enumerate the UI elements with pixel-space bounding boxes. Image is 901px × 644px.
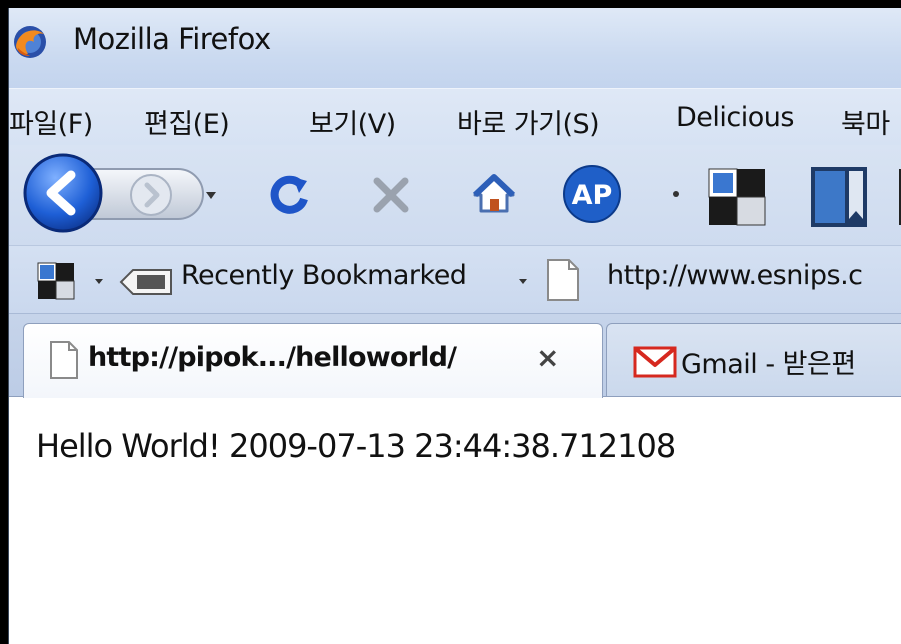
page-content: Hello World! 2009-07-13 23:44:38.712108 <box>9 396 901 644</box>
hello-world-text: Hello World! 2009-07-13 23:44:38.712108 <box>36 427 676 465</box>
delicious-small-icon[interactable] <box>37 262 75 300</box>
history-dropdown-icon[interactable] <box>206 192 216 199</box>
tab-label: http://pipok.../helloworld/ <box>88 342 457 373</box>
tag-icon <box>119 269 172 295</box>
svg-text:AP: AP <box>572 180 613 211</box>
menu-bookmarks[interactable]: 북마 <box>841 102 890 141</box>
browser-window: Mozilla Firefox 파일(F) 편집(E) 보기(V) 바로 가기(… <box>8 8 901 644</box>
gmail-icon <box>633 346 677 378</box>
menu-edit[interactable]: 편집(E) <box>144 102 230 141</box>
tab-gmail[interactable]: Gmail - 받은편 <box>606 323 901 398</box>
firefox-logo-icon <box>14 26 46 58</box>
navigation-toolbar: AP <box>9 145 901 245</box>
menu-file[interactable]: 파일(F) <box>9 102 93 141</box>
home-icon[interactable] <box>471 171 517 217</box>
forward-icon[interactable] <box>127 171 175 219</box>
menu-view[interactable]: 보기(V) <box>309 102 396 141</box>
menu-delicious[interactable]: Delicious <box>676 102 794 133</box>
window-title: Mozilla Firefox <box>73 22 271 56</box>
stop-icon[interactable] <box>369 173 413 217</box>
delicious-dropdown-icon[interactable] <box>95 279 103 284</box>
recently-bookmarked-dropdown-icon[interactable] <box>519 279 527 284</box>
recently-bookmarked-label[interactable]: Recently Bookmarked <box>181 260 467 291</box>
tab-label: Gmail - 받은편 <box>681 349 856 380</box>
bookmarks-toolbar: Recently Bookmarked http://www.esnips.c <box>9 245 901 314</box>
page-icon <box>547 259 579 301</box>
menu-bar: 파일(F) 편집(E) 보기(V) 바로 가기(S) Delicious 북마 <box>9 88 901 146</box>
tab-helloworld[interactable]: http://pipok.../helloworld/ × <box>23 323 603 398</box>
bookmark-esnips[interactable]: http://www.esnips.c <box>607 260 863 291</box>
addon-ap-icon[interactable]: AP <box>561 163 623 225</box>
back-icon[interactable] <box>21 151 105 235</box>
bookmark-tag-icon[interactable] <box>809 165 869 229</box>
menu-go[interactable]: 바로 가기(S) <box>457 102 600 141</box>
separator-dot-icon <box>673 191 679 197</box>
reload-icon[interactable] <box>267 171 313 217</box>
tab-strip: http://pipok.../helloworld/ × Gmail - 받은… <box>9 313 901 398</box>
delicious-icon[interactable] <box>707 167 767 227</box>
page-icon <box>50 341 78 379</box>
close-tab-icon[interactable]: × <box>536 341 559 374</box>
title-bar: Mozilla Firefox <box>9 8 901 88</box>
